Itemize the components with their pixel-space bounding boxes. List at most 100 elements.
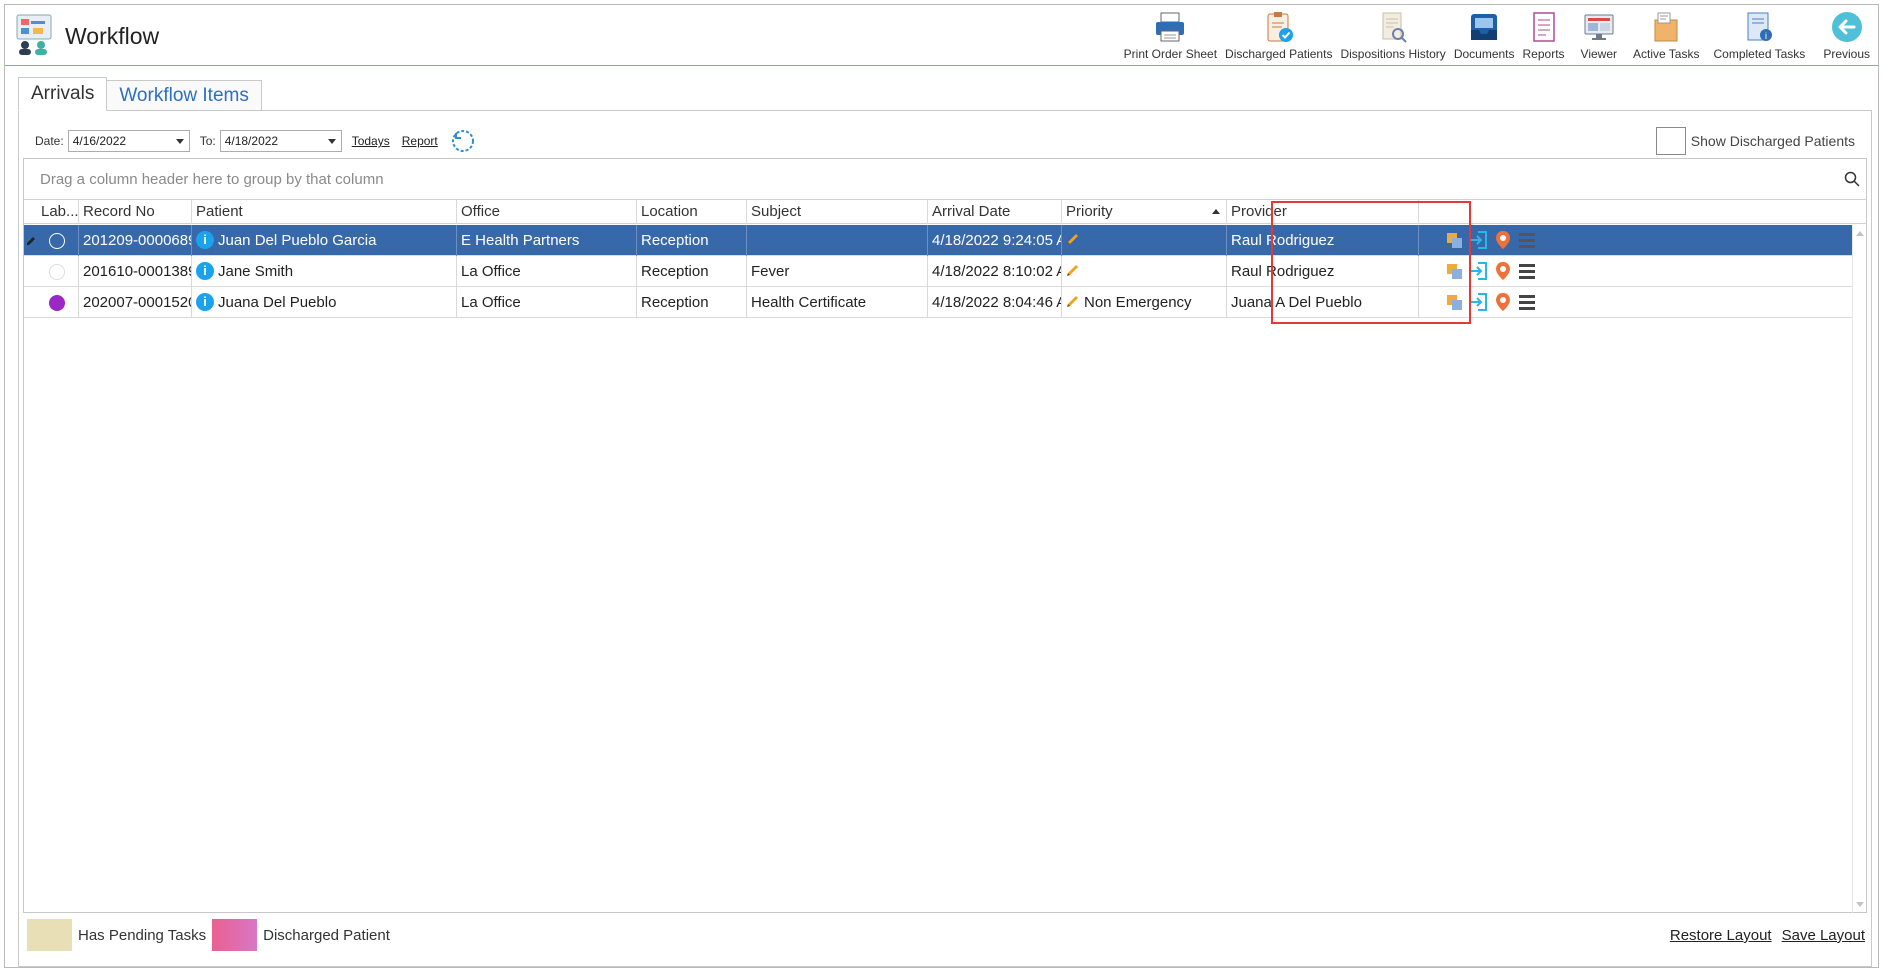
legend: Has Pending Tasks Discharged Patient (27, 919, 390, 951)
column-header-priority[interactable]: Priority (1062, 200, 1227, 224)
subject-cell[interactable] (747, 225, 928, 256)
provider-cell[interactable]: Juana A Del Pueblo (1227, 287, 1419, 318)
date-to-picker[interactable]: 4/18/2022 (219, 130, 342, 152)
workflow-logo-icon (16, 14, 52, 55)
documents-button[interactable]: Documents (1450, 7, 1519, 65)
toolbar-label: Viewer (1580, 47, 1618, 61)
office-cell[interactable]: La Office (457, 287, 637, 318)
search-icon[interactable] (1844, 171, 1860, 187)
office-cell[interactable]: La Office (457, 256, 637, 287)
record-no-cell[interactable]: 201610-0001389 (79, 256, 192, 287)
todays-link[interactable]: Todays (352, 134, 390, 148)
priority-cell[interactable] (1062, 256, 1227, 287)
subject-cell[interactable]: Fever (747, 256, 928, 287)
save-layout-link[interactable]: Save Layout (1782, 927, 1865, 944)
toolbar-label: Documents (1453, 47, 1515, 61)
provider-cell[interactable]: Raul Rodriguez (1227, 256, 1419, 287)
date-from-picker[interactable]: 4/16/2022 (67, 130, 190, 152)
app-title: Workflow (65, 23, 160, 49)
provider-cell[interactable]: Raul Rodriguez (1227, 225, 1419, 256)
pencil-icon[interactable] (1066, 263, 1080, 277)
table-row[interactable]: 201610-0001389 i Jane Smith La Office Rec… (24, 256, 1852, 287)
tab-workflow-items[interactable]: Workflow Items (107, 80, 262, 111)
priority-cell[interactable] (1062, 225, 1227, 256)
arrival-date-cell[interactable]: 4/18/2022 8:10:02 AM (928, 256, 1062, 287)
vertical-scrollbar[interactable] (1852, 225, 1866, 913)
completed-doc-icon: i (1747, 12, 1773, 41)
toolbar-label: Dispositions History (1340, 47, 1446, 61)
priority-cell[interactable]: Non Emergency (1062, 287, 1227, 318)
arrival-date-cell[interactable]: 4/18/2022 9:24:05 AM (928, 225, 1062, 256)
restore-layout-link[interactable]: Restore Layout (1670, 927, 1772, 944)
scroll-down-icon[interactable] (1856, 902, 1864, 907)
patient-name: Juan Del Pueblo Garcia (218, 232, 377, 249)
back-arrow-icon (1831, 12, 1862, 42)
pencil-icon[interactable] (1066, 232, 1080, 246)
location-cell[interactable]: Reception (637, 287, 747, 318)
location-pin-icon[interactable] (1492, 291, 1514, 313)
arrivals-panel: Date: 4/16/2022 To: 4/18/2022 Todays Rep… (18, 110, 1872, 967)
column-header-location[interactable]: Location (637, 200, 747, 224)
group-hint: Drag a column header here to group by th… (40, 171, 384, 188)
copy-icon[interactable] (1444, 229, 1466, 251)
discharged-patients-button[interactable]: Discharged Patients (1221, 7, 1336, 65)
tab-arrivals[interactable]: Arrivals (18, 77, 108, 111)
label-cell[interactable] (37, 287, 79, 318)
active-tasks-button[interactable]: Active Tasks (1629, 7, 1703, 65)
show-discharged-toggle[interactable]: Show Discharged Patients (1655, 127, 1855, 155)
dispositions-history-button[interactable]: Dispositions History (1336, 7, 1449, 65)
copy-icon[interactable] (1444, 291, 1466, 313)
report-link[interactable]: Report (402, 134, 438, 148)
copy-icon[interactable] (1444, 260, 1466, 282)
info-icon[interactable]: i (196, 262, 214, 281)
completed-tasks-button[interactable]: i Completed Tasks (1703, 7, 1815, 65)
reports-button[interactable]: Reports (1519, 7, 1569, 65)
location-cell[interactable]: Reception (637, 225, 747, 256)
patient-cell[interactable]: i Juan Del Pueblo Garcia (192, 225, 457, 256)
column-header-subject[interactable]: Subject (747, 200, 928, 224)
previous-button[interactable]: Previous (1815, 7, 1878, 65)
sign-in-icon[interactable] (1468, 291, 1490, 313)
info-icon[interactable]: i (196, 231, 214, 250)
column-header-patient[interactable]: Patient (192, 200, 457, 224)
location-cell[interactable]: Reception (637, 256, 747, 287)
record-no-cell[interactable]: 201209-0000689 (79, 225, 192, 256)
subject-cell[interactable]: Health Certificate (747, 287, 928, 318)
toolbar-label: Print Order Sheet (1123, 47, 1218, 61)
column-header-record-no[interactable]: Record No (79, 200, 192, 224)
pencil-icon[interactable] (1066, 294, 1080, 308)
menu-icon[interactable] (1516, 291, 1538, 313)
group-by-panel[interactable]: Drag a column header here to group by th… (24, 159, 1866, 200)
print-order-sheet-button[interactable]: Print Order Sheet (1120, 7, 1221, 65)
column-header-arrival-date[interactable]: Arrival Date (928, 200, 1062, 224)
patient-cell[interactable]: i Jane Smith (192, 256, 457, 287)
column-header-provider[interactable]: Provider (1227, 200, 1419, 224)
table-row[interactable]: 201209-0000689 i Juan Del Pueblo Garcia E… (24, 225, 1852, 256)
date-label: Date: (35, 134, 64, 148)
menu-icon[interactable] (1516, 260, 1538, 282)
arrival-date-cell[interactable]: 4/18/2022 8:04:46 AM (928, 287, 1062, 318)
column-header-label[interactable]: Lab... (37, 200, 79, 224)
record-no-cell[interactable]: 202007-0001520 (79, 287, 192, 318)
table-row[interactable]: 202007-0001520 i Juana Del Pueblo La Offi… (24, 287, 1852, 318)
sign-in-icon[interactable] (1468, 260, 1490, 282)
office-cell[interactable]: E Health Partners (457, 225, 637, 256)
sign-in-icon[interactable] (1468, 229, 1490, 251)
refresh-icon[interactable] (450, 128, 476, 154)
scroll-up-icon[interactable] (1856, 231, 1864, 236)
column-header-office[interactable]: Office (457, 200, 637, 224)
info-icon[interactable]: i (196, 293, 214, 312)
tab-bar: Arrivals Workflow Items (18, 77, 262, 111)
label-cell[interactable] (37, 256, 79, 287)
location-pin-icon[interactable] (1492, 260, 1514, 282)
show-discharged-checkbox[interactable] (1655, 127, 1686, 155)
label-cell[interactable] (37, 225, 79, 256)
date-to-value: 4/18/2022 (224, 134, 279, 148)
row-actions (1444, 229, 1540, 251)
menu-icon[interactable] (1516, 229, 1538, 251)
location-pin-icon[interactable] (1492, 229, 1514, 251)
to-label: To: (199, 134, 216, 148)
toolbar-label: Discharged Patients (1225, 47, 1333, 61)
viewer-button[interactable]: Viewer (1569, 7, 1629, 65)
patient-cell[interactable]: i Juana Del Pueblo (192, 287, 457, 318)
